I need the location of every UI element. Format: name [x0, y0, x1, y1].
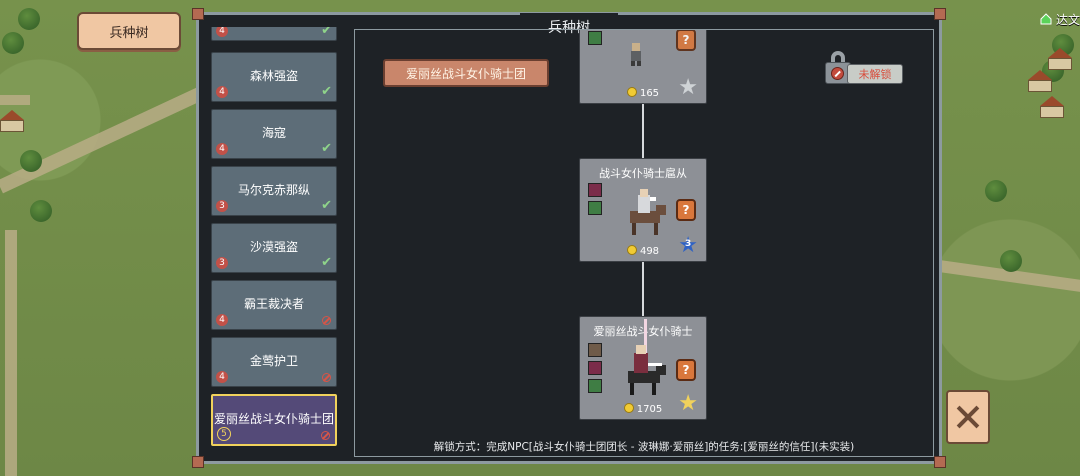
lock-status-label: 未解锁: [847, 64, 903, 84]
unit-name: 霸王裁决者: [243, 297, 304, 311]
unit-name: 马尔克赤那纵: [237, 183, 310, 197]
star-tier-icon: ★ 3: [678, 233, 698, 258]
unit-list-item[interactable]: 马尔克赤那纵 3 ✔: [211, 166, 337, 216]
shield-icon: [588, 201, 602, 215]
unit-name: 海寇: [261, 126, 286, 140]
unit-list-item[interactable]: 森林强盗 4 ✔: [211, 52, 337, 102]
shield-icon: [588, 31, 602, 45]
coin-icon: [626, 87, 637, 97]
shield-icon: [588, 379, 602, 393]
star-tier-icon: ★: [678, 391, 698, 416]
unit-card[interactable]: 战斗女仆骑士扈从 ? 498 ★ 3: [579, 158, 707, 262]
unit-sprite: [631, 43, 641, 66]
checkmark-icon: ✔: [321, 27, 332, 38]
panel-corner: [192, 456, 204, 468]
close-button[interactable]: [946, 390, 990, 444]
unit-list[interactable]: 4 ✔ 森林强盗 4 ✔ 海寇 4 ✔ 马尔克赤那纵 3 ✔ 沙漠强盗 3 ✔ …: [211, 27, 339, 457]
unit-level-badge: 4: [216, 314, 228, 326]
locked-icon: [322, 316, 331, 325]
unit-name: 沙漠强盗: [249, 240, 298, 254]
unit-name: 森林强盗: [249, 69, 298, 83]
tree-connector: [642, 104, 644, 158]
unit-card[interactable]: ? 165 ★: [579, 30, 707, 104]
checkmark-icon: ✔: [321, 84, 332, 99]
unit-list-item[interactable]: 金莺护卫 4: [211, 337, 337, 387]
unit-name: 金莺护卫: [249, 354, 298, 368]
star-tier-icon: ★: [678, 75, 698, 100]
coin-icon: [626, 245, 637, 255]
coin-icon: [623, 403, 634, 413]
unit-name: 爱丽丝战斗女仆骑士团: [213, 412, 334, 426]
unit-level-badge: 3: [216, 200, 228, 212]
unit-level-badge: 4: [216, 86, 228, 98]
checkmark-icon: ✔: [321, 141, 332, 156]
unit-list-item[interactable]: 4 ✔: [211, 27, 337, 41]
faction-title: 爱丽丝战斗女仆骑士团: [383, 59, 549, 87]
axe-icon: [588, 361, 602, 375]
unit-level-badge: 5: [217, 427, 231, 441]
unit-list-item[interactable]: 沙漠强盗 3 ✔: [211, 223, 337, 273]
info-icon[interactable]: ?: [676, 30, 696, 51]
locked-icon: [322, 373, 331, 382]
axe-icon: [588, 183, 602, 197]
unit-card-name: 战斗女仆骑士扈从: [599, 167, 687, 180]
unit-list-item[interactable]: 海寇 4 ✔: [211, 109, 337, 159]
unit-tree-view[interactable]: 爱丽丝战斗女仆骑士团 未解锁 ? 165 ★ 战斗女仆骑士扈从 ? 498 ★ …: [354, 29, 934, 457]
top-right-label: 达文: [1055, 12, 1080, 27]
tree-connector: [642, 262, 644, 316]
panel-corner: [192, 8, 204, 20]
home-icon: [1040, 13, 1052, 25]
top-right-indicator[interactable]: 达文: [1040, 8, 1080, 30]
unit-list-item[interactable]: 霸王裁决者 4: [211, 280, 337, 330]
info-icon[interactable]: ?: [676, 359, 696, 381]
unit-tree-tab[interactable]: 兵种树: [77, 12, 181, 50]
unit-list-item-selected[interactable]: 爱丽丝战斗女仆骑士团 5: [211, 394, 337, 446]
checkmark-icon: ✔: [321, 255, 332, 270]
unit-level-badge: 4: [216, 143, 228, 155]
info-icon[interactable]: ?: [676, 199, 696, 221]
close-icon: [957, 406, 979, 428]
unit-sprite: [628, 319, 666, 395]
unit-level-badge: 4: [216, 371, 228, 383]
panel-corner: [934, 456, 946, 468]
unit-level-badge: 4: [216, 27, 228, 37]
unit-tree-panel: 兵种树 4 ✔ 森林强盗 4 ✔ 海寇 4 ✔ 马尔克赤那纵 3 ✔ 沙漠强盗 …: [192, 8, 946, 468]
forbidden-icon: [831, 67, 844, 80]
locked-icon: [321, 431, 330, 440]
checkmark-icon: ✔: [321, 198, 332, 213]
panel-corner: [934, 8, 946, 20]
unit-tree-tab-label: 兵种树: [109, 25, 149, 41]
unit-sprite: [630, 189, 666, 235]
star-tier-value: 3: [685, 239, 692, 249]
unit-card[interactable]: 爱丽丝战斗女仆骑士 ? 1705 ★: [579, 316, 707, 420]
spear-icon: [588, 343, 602, 357]
unit-level-badge: 3: [216, 257, 228, 269]
unlock-requirement-text: 解锁方式：完成NPC[战斗女仆骑士团团长 - 波琳娜·爱丽丝]的任务:[爱丽丝的…: [433, 441, 855, 453]
